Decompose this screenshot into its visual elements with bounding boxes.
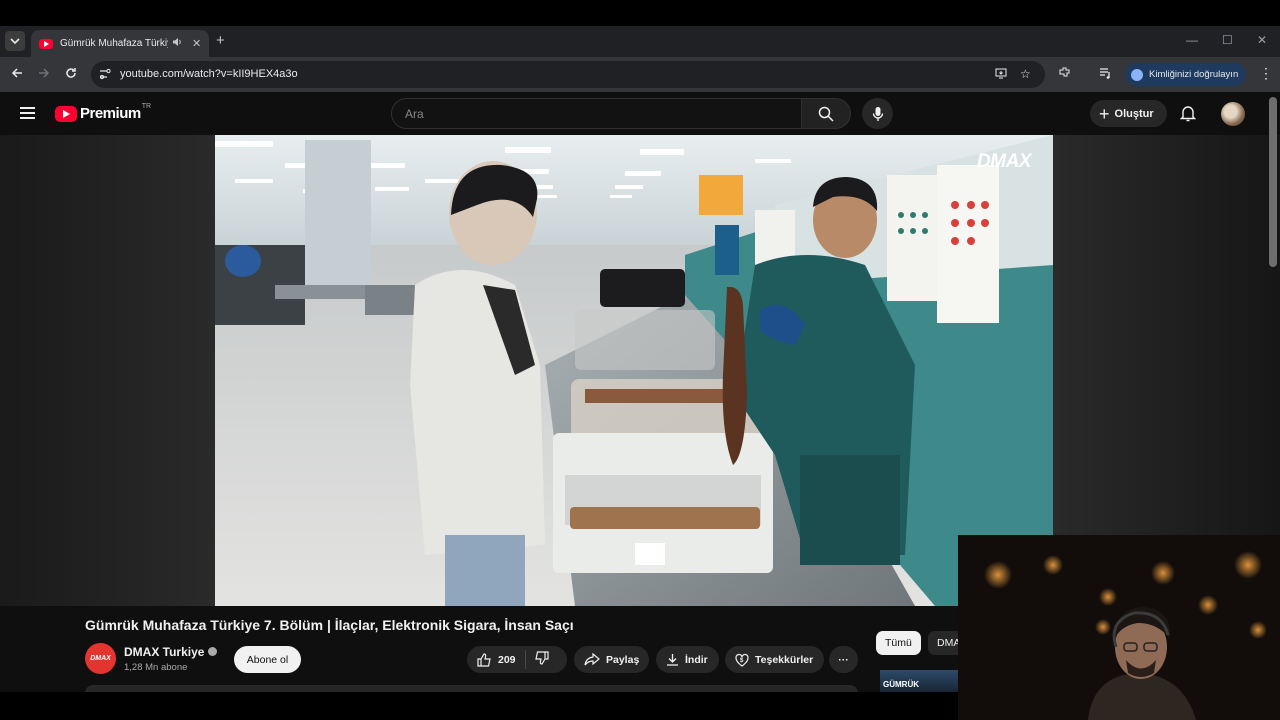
user-avatar[interactable] [1221,102,1245,126]
search-icon [818,106,834,122]
reload-icon[interactable] [65,66,77,82]
more-actions-button[interactable]: ··· [829,646,858,673]
thumbs-up-icon[interactable] [477,652,492,667]
screen-top-letterbox [0,0,1280,26]
verified-check-icon [208,647,218,656]
plus-icon: + [1099,103,1110,124]
like-count[interactable]: 209 [498,654,516,666]
logo-word: Premium [80,105,141,122]
youtube-masthead: Premium TR Ara + Oluştur [0,92,1280,135]
dmax-watermark: DMAX [977,151,1031,172]
window-close-icon[interactable]: ✕ [1257,33,1267,47]
tab-list-icon [10,38,20,44]
address-bar[interactable]: youtube.com/watch?v=kII9HEX4a3o ☆ [91,61,1045,88]
bookmark-star-icon[interactable]: ☆ [1020,67,1031,81]
like-dislike-group: 209 [467,646,567,673]
search-button[interactable] [801,98,851,129]
kebab-menu-icon[interactable]: ⋮ [1259,65,1273,82]
close-tab-icon[interactable]: ✕ [192,37,201,50]
tab-list-button[interactable] [5,31,25,51]
site-info-icon[interactable] [99,68,111,80]
extensions-icon[interactable] [1058,66,1071,82]
new-tab-icon[interactable]: + [216,32,225,49]
thumbs-down-icon[interactable] [534,651,549,668]
voice-search-button[interactable] [862,98,893,129]
profile-icon [1131,68,1143,81]
country-code: TR [141,103,152,110]
browser-tabstrip: Gümrük Muhafaza Türkiye ✕ + — ☐ ✕ [0,26,1280,57]
video-frame[interactable]: DMAX [215,135,1053,606]
streamer-webcam-overlay [958,535,1280,720]
browser-toolbar: youtube.com/watch?v=kII9HEX4a3o ☆ Kimliğ… [0,57,1280,92]
thumbnail-text: GÜMRÜK [883,680,919,689]
svg-text:$: $ [740,658,744,664]
thanks-label: Teşekkürler [755,653,814,666]
youtube-logo[interactable]: Premium TR [55,103,152,122]
channel-avatar-text: DMAX [90,655,111,662]
thanks-icon: $ [735,653,749,667]
more-icon: ··· [838,653,849,666]
channel-name-row[interactable]: DMAX Turkiye [124,645,218,659]
download-label: İndir [685,653,708,666]
microphone-icon [872,106,883,121]
search-input[interactable]: Ara [391,98,802,129]
verify-identity-label: Kimliğinizi doğrulayın [1149,69,1239,80]
video-title: Gümrük Muhafaza Türkiye 7. Bölüm | İlaçl… [85,617,574,633]
player-blur-left [0,135,215,606]
thanks-button[interactable]: $ Teşekkürler [725,646,824,673]
audio-icon[interactable] [172,37,184,50]
share-icon [584,653,600,666]
notifications-bell-icon[interactable] [1180,105,1196,122]
verify-identity-button[interactable]: Kimliğinizi doğrulayın [1125,63,1246,86]
download-icon [666,653,679,666]
screen: { "browser": { "tab": { "title": "Gümrük… [0,0,1280,720]
video-scene [215,135,1053,606]
share-button[interactable]: Paylaş [574,646,649,673]
back-icon[interactable] [11,66,23,82]
youtube-play-logo-icon [55,105,77,122]
youtube-favicon [39,38,53,49]
channel-name[interactable]: DMAX Turkiye [124,645,204,659]
browser-tab[interactable]: Gümrük Muhafaza Türkiye ✕ [31,30,209,57]
install-app-icon[interactable] [995,67,1007,82]
subscriber-count: 1,28 Mn abone [124,662,188,673]
create-label: Oluştur [1114,107,1154,120]
channel-avatar[interactable]: DMAX [85,643,116,674]
webcam-scene [958,535,1280,720]
tab-title: Gümrük Muhafaza Türkiye [60,38,168,49]
maximize-icon[interactable]: ☐ [1222,33,1233,47]
url-text: youtube.com/watch?v=kII9HEX4a3o [120,68,298,80]
create-button[interactable]: + Oluştur [1090,100,1167,127]
like-separator [524,650,526,669]
search-placeholder: Ara [405,107,424,121]
media-controls-icon[interactable] [1099,66,1112,82]
page-scrollbar[interactable] [1269,97,1277,267]
download-button[interactable]: İndir [656,646,719,673]
subscribe-button[interactable]: Abone ol [234,646,301,673]
chip-all[interactable]: Tümü [876,631,921,655]
forward-icon[interactable] [38,66,50,82]
hamburger-menu-icon[interactable] [20,107,35,119]
minimize-icon[interactable]: — [1186,33,1198,47]
share-label: Paylaş [606,653,640,666]
